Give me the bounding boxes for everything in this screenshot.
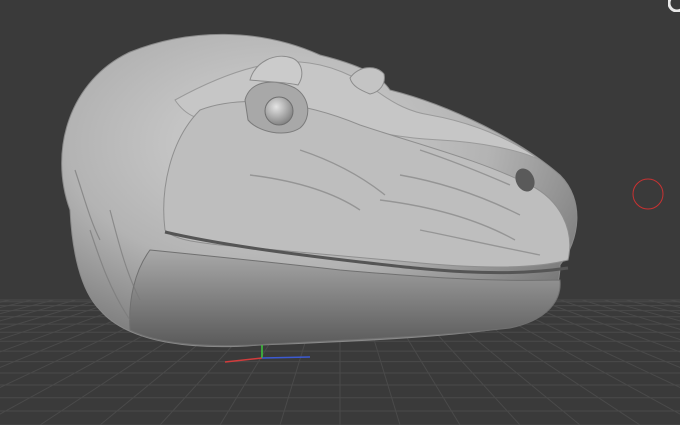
- scene-canvas[interactable]: [0, 0, 680, 425]
- grid-line: [0, 299, 33, 309]
- sculpt-model[interactable]: [61, 33, 578, 348]
- 3d-viewport[interactable]: [0, 0, 680, 425]
- axis-z: [261, 356, 311, 359]
- grid-line: [647, 299, 680, 309]
- eye: [264, 96, 294, 126]
- grid-line: [515, 299, 680, 368]
- grid-line: [537, 299, 680, 353]
- grid-line: [559, 299, 680, 341]
- brush-circle-icon: [632, 178, 664, 210]
- navigation-widget-icon[interactable]: [668, 0, 680, 12]
- grid-line: [0, 299, 121, 341]
